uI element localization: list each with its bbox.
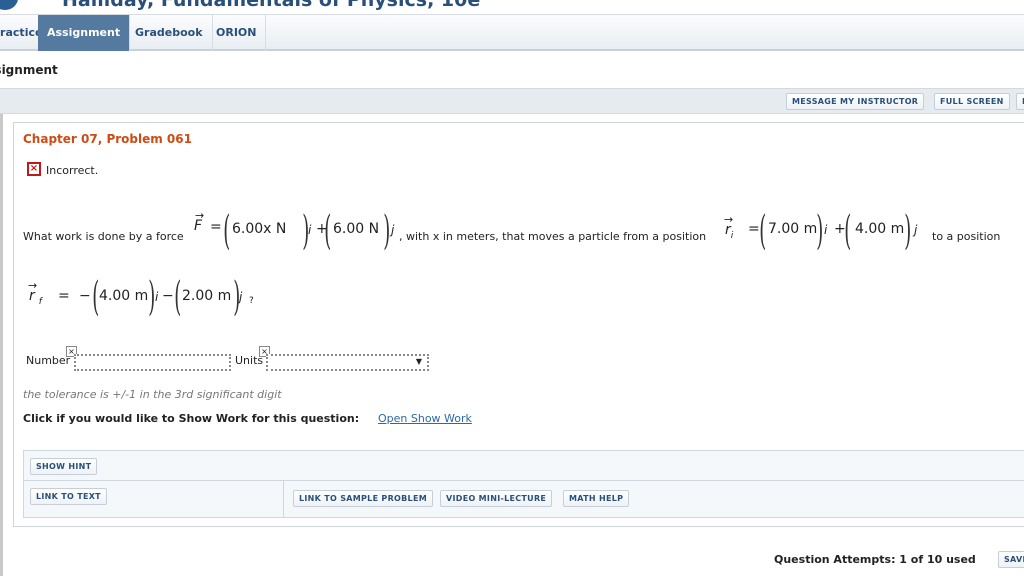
rf-sign: − bbox=[79, 288, 91, 304]
f-x-component: 6.00x N bbox=[232, 221, 287, 237]
problem-title: Chapter 07, Problem 061 bbox=[23, 132, 192, 146]
sample-problem-button[interactable]: LINK TO SAMPLE PROBLEM bbox=[293, 490, 433, 507]
tab-assignment[interactable]: Assignment bbox=[38, 15, 131, 51]
number-label: Number bbox=[26, 354, 71, 367]
ri-x-component: 7.00 m bbox=[768, 221, 818, 237]
print-button[interactable]: PRINT bbox=[1016, 93, 1024, 110]
question-intro: What work is done by a force bbox=[23, 230, 184, 243]
units-select[interactable]: ▼ bbox=[266, 354, 429, 371]
rf-op: − bbox=[162, 288, 174, 304]
math-help-button[interactable]: MATH HELP bbox=[563, 490, 630, 507]
scroll-edge bbox=[0, 114, 3, 576]
app-header: Halliday, Fundamentals of Physics, 10e bbox=[0, 0, 1024, 15]
save-button[interactable]: SAVE FOR LATER bbox=[998, 551, 1024, 568]
help-area: SHOW HINT LINK TO TEXT LINK TO SAMPLE PR… bbox=[23, 450, 1024, 518]
main-tabs: Practice Assignment Gradebook ORION bbox=[0, 15, 1024, 51]
rf-sub: f bbox=[38, 296, 42, 307]
show-work-prompt: Click if you would like to Show Work for… bbox=[23, 412, 360, 425]
vector-rf: → r f bbox=[28, 279, 42, 307]
open-show-work-link[interactable]: Open Show Work bbox=[378, 412, 472, 425]
vector-f: → F bbox=[194, 209, 205, 234]
show-hint-button[interactable]: SHOW HINT bbox=[30, 458, 98, 475]
rf-x-component: 4.00 m bbox=[99, 288, 149, 304]
full-screen-button[interactable]: FULL SCREEN bbox=[934, 93, 1010, 110]
question-to: to a position bbox=[932, 230, 1001, 243]
tab-orion[interactable]: ORION bbox=[207, 15, 267, 51]
ri-y-component: 4.00 m bbox=[855, 221, 905, 237]
logo-icon bbox=[0, 0, 18, 10]
course-title: Halliday, Fundamentals of Physics, 10e bbox=[62, 0, 481, 11]
video-lecture-button[interactable]: VIDEO MINI-LECTURE bbox=[440, 490, 553, 507]
question-attempts: Question Attempts: 1 of 10 used bbox=[774, 553, 976, 566]
message-instructor-button[interactable]: MESSAGE MY INSTRUCTOR bbox=[786, 93, 925, 110]
rf-y-component: 2.00 m bbox=[182, 288, 232, 304]
page-heading: Assignment bbox=[0, 63, 58, 77]
question-end: ? bbox=[249, 296, 254, 306]
tab-gradebook[interactable]: Gradebook bbox=[126, 15, 213, 51]
tolerance-note: the tolerance is +/-1 in the 3rd signifi… bbox=[23, 388, 282, 401]
incorrect-icon: × bbox=[27, 162, 41, 176]
question-middle: , with x in meters, that moves a particl… bbox=[399, 230, 707, 243]
dropdown-arrow-icon: ▼ bbox=[415, 357, 422, 366]
f-y-component: 6.00 N bbox=[333, 221, 380, 237]
link-to-text-button[interactable]: LINK TO TEXT bbox=[30, 488, 107, 505]
status-text: Incorrect. bbox=[46, 164, 99, 177]
vector-ri: → ri bbox=[724, 213, 734, 241]
number-input[interactable] bbox=[74, 354, 231, 371]
toolbar: MESSAGE MY INSTRUCTOR FULL SCREEN PRINT bbox=[0, 88, 1024, 114]
ri-sub: i bbox=[730, 230, 734, 241]
